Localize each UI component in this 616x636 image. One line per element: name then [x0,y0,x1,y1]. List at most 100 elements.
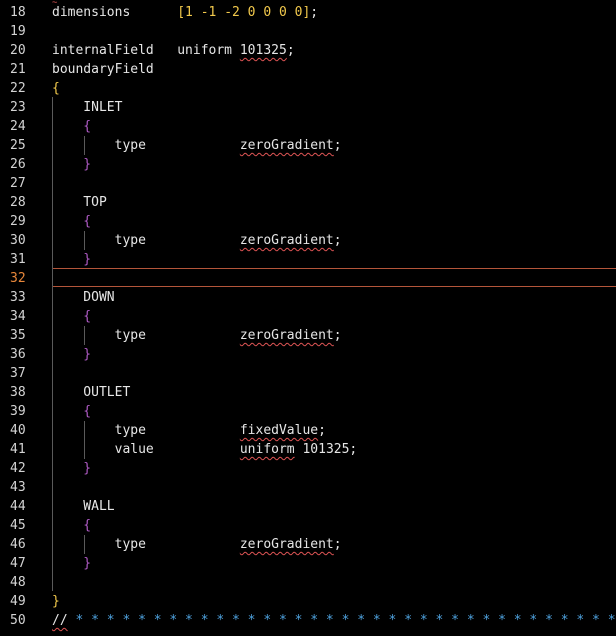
code-token: { [52,309,92,324]
line-code[interactable]: type zeroGradient; [52,138,342,154]
code-token: ; [333,537,342,552]
code-line[interactable]: 33 DOWN [0,288,616,307]
line-number: 48 [10,575,26,590]
line-code[interactable]: { [52,404,91,420]
code-line[interactable]: 47 } [0,554,616,573]
code-line[interactable]: 46 type zeroGradient; [0,535,616,554]
code-token: ; [310,5,319,20]
code-line[interactable]: 38 OUTLET [0,383,616,402]
code-line[interactable]: 21 boundaryField [0,60,616,79]
code-token: } [52,556,92,571]
code-token: dimensions [52,5,178,20]
code-editor[interactable]: ~ 18 dimensions [1 -1 -2 0 0 0 0]; 19 20 int… [0,0,616,636]
code-token: } [52,252,92,267]
line-number: 34 [10,309,26,324]
line-code[interactable]: internalField uniform 101325; [52,43,295,59]
line-code[interactable]: DOWN [52,290,115,306]
code-token: { [52,119,92,134]
code-line[interactable]: 48 [0,573,616,592]
code-token: WALL [52,499,115,514]
line-code[interactable]: } [52,461,91,477]
code-line[interactable]: 27 [0,174,616,193]
code-line[interactable]: 43 [0,478,616,497]
line-code[interactable]: TOP [52,195,107,211]
line-code[interactable]: type fixedValue; [52,423,326,439]
line-number: 38 [10,385,26,400]
code-token: DOWN [52,290,115,305]
line-code[interactable]: { [52,214,91,230]
code-line[interactable]: 34 { [0,307,616,326]
code-line[interactable]: 20 internalField uniform 101325; [0,41,616,60]
line-code[interactable]: OUTLET [52,385,130,401]
line-number: 47 [10,556,26,571]
code-token: * * * * * * * * * * * * * * * * * * * * … [67,613,616,628]
line-code[interactable]: } [52,556,91,572]
line-code[interactable]: type zeroGradient; [52,328,342,344]
line-number: 21 [10,62,26,77]
code-line[interactable]: 32 [0,269,616,288]
line-number: 41 [10,442,26,457]
line-number: 46 [10,537,26,552]
code-token: { [52,518,92,533]
line-code[interactable]: } [52,157,91,173]
line-number: 23 [10,100,26,115]
line-code[interactable]: type zeroGradient; [52,233,342,249]
line-number: 22 [10,81,26,96]
code-line[interactable]: 50 // * * * * * * * * * * * * * * * * * *… [0,611,616,630]
line-number: 36 [10,347,26,362]
line-code[interactable]: INLET [52,100,122,116]
line-code[interactable]: dimensions [1 -1 -2 0 0 0 0]; [52,5,318,21]
line-code[interactable]: // * * * * * * * * * * * * * * * * * * *… [52,613,616,629]
line-code[interactable]: boundaryField [52,62,154,78]
line-code[interactable]: value uniform 101325; [52,442,358,458]
code-line[interactable]: 39 { [0,402,616,421]
code-token: ; [286,43,295,58]
code-line[interactable]: 22 { [0,79,616,98]
code-token: type [52,423,240,438]
code-line[interactable]: 40 type fixedValue; [0,421,616,440]
line-number: 27 [10,176,26,191]
line-code[interactable]: type zeroGradient; [52,537,342,553]
code-token: TOP [52,195,107,210]
line-code[interactable]: { [52,518,91,534]
line-code[interactable]: } [52,347,91,363]
line-number: 39 [10,404,26,419]
code-line[interactable]: 42 } [0,459,616,478]
code-line[interactable]: 41 value uniform 101325; [0,440,616,459]
code-line[interactable]: 45 { [0,516,616,535]
code-line[interactable]: 44 WALL [0,497,616,516]
code-line[interactable]: 25 type zeroGradient; [0,136,616,155]
code-line[interactable]: 18 dimensions [1 -1 -2 0 0 0 0]; [0,3,616,22]
code-line[interactable]: 35 type zeroGradient; [0,326,616,345]
line-number: 43 [10,480,26,495]
code-line[interactable]: 49} [0,592,616,611]
code-token: internalField uniform [52,43,240,58]
line-number: 44 [10,499,26,514]
flagged-token: // [52,613,68,628]
code-token: INLET [52,100,123,115]
code-line[interactable]: 36 } [0,345,616,364]
line-code[interactable]: WALL [52,499,115,515]
line-code[interactable]: { [52,81,60,97]
code-line[interactable]: 26 } [0,155,616,174]
line-code[interactable]: { [52,119,91,135]
code-token: boundaryField [52,62,154,77]
code-line[interactable]: 30 type zeroGradient; [0,231,616,250]
line-code[interactable]: } [52,594,60,610]
code-line[interactable]: 37 [0,364,616,383]
code-token: ; [333,233,342,248]
code-line[interactable]: 31 } [0,250,616,269]
line-code[interactable]: { [52,309,91,325]
code-line[interactable]: 23 INLET [0,98,616,117]
code-token: type [52,233,240,248]
code-line[interactable]: 28 TOP [0,193,616,212]
code-token: { [52,214,92,229]
code-token: value [52,442,240,457]
flagged-token: zeroGradient [239,537,334,552]
code-line[interactable]: 19 [0,22,616,41]
line-code[interactable]: } [52,252,91,268]
line-number: 28 [10,195,26,210]
code-line[interactable]: 29 { [0,212,616,231]
code-token: type [52,138,240,153]
code-line[interactable]: 24 { [0,117,616,136]
